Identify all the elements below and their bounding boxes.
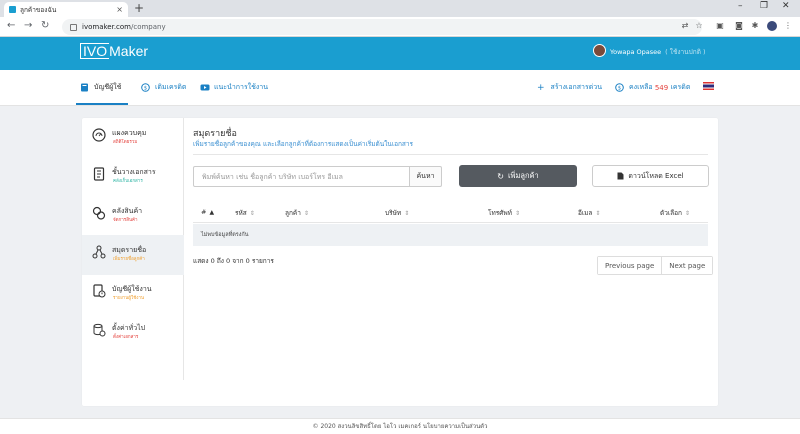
table-header: # ▲ รหัส ⇕ ลูกค้า ⇕ บริษัท ⇕ โทรศัพท์ ⇕ อีเมล… [193,201,708,223]
add-customer-button[interactable]: ↻ เพิ่มลูกค้า [459,165,577,187]
column-header-customer[interactable]: ลูกค้า ⇕ [285,208,309,218]
avatar[interactable] [593,44,606,57]
search-button[interactable]: ค้นหา [410,166,442,187]
user-report-icon [92,284,106,298]
credit-value: 549 [654,83,669,92]
maximize-icon[interactable]: ❐ [760,1,768,11]
nav-guide[interactable]: แนะนำการใช้งาน [200,82,268,93]
sidebar-item-sublabel: จัดการสินค้า [113,218,138,223]
sidebar-item-sublabel: รายงานผู้ใช้งาน [113,296,145,301]
tab-close-icon[interactable]: × [116,5,123,14]
download-excel-button[interactable]: ดาวน์โหลด Excel [592,165,709,187]
sort-icon: ⇕ [249,210,255,217]
url-host: ivomaker.com [82,23,131,31]
footer: © 2020 สงวนลิขสิทธิ์โดย ไอโว เมคเกอร์ นโ… [0,418,800,434]
extension-icon[interactable]: ▣ [715,21,725,31]
nav-account[interactable]: บัญชีผู้ใช้ [80,82,121,93]
plus-icon: + [537,82,545,93]
refresh-icon: ↻ [497,171,504,181]
settings-database-icon [92,323,106,337]
contacts-network-icon [92,245,106,259]
sidebar-item-sublabel: ตั้งค่าเอกสาร [113,335,139,340]
previous-page-button[interactable]: Previous page [598,257,662,274]
sort-icon: ⇕ [514,210,520,217]
sort-icon: ⇕ [684,210,690,217]
svg-text:$: $ [144,86,147,92]
sidebar-item-sublabel: สถิติโดยรวม [113,140,138,145]
browser-tab-title: ลูกค้าของฉัน [20,5,57,14]
inventory-coins-icon [92,206,106,220]
back-icon[interactable]: ← [7,20,15,31]
search-input[interactable] [193,166,410,187]
column-header-company[interactable]: บริษัท ⇕ [385,208,409,218]
column-header-index[interactable]: # ▲ [201,208,214,216]
sidebar: แผงควบคุม สถิติโดยรวม ชั้นวางเอกสาร คลัง… [82,118,184,380]
table-row: ไม่พบข้อมูลที่ตรงกัน [193,224,708,246]
sidebar-item-inventory[interactable]: คลังสินค้า จัดการสินค้า [82,196,184,236]
user-status: ( ใช้งานปกติ ) [665,48,706,56]
new-tab-button[interactable]: + [134,1,144,15]
sort-icon: ⇕ [404,210,410,217]
puzzle-icon[interactable]: ✱ [750,21,760,31]
sort-icon: ⇕ [595,210,601,217]
profile-icon[interactable] [767,21,777,31]
video-icon [200,83,210,92]
camera-icon[interactable]: ◙ [734,21,744,31]
sidebar-item-settings[interactable]: ตั้งค่าทั่วไป ตั้งค่าเอกสาร [82,313,184,353]
nav-active-indicator [76,103,128,105]
sidebar-item-sublabel: คลังเก็บเอกสาร [113,179,143,184]
sidebar-item-sublabel: เพิ่มรายชื่อลูกค้า [113,257,145,262]
sidebar-item-dashboard[interactable]: แผงควบคุม สถิติโดยรวม [82,118,184,158]
user-name: Yowapa Opasee [610,48,662,56]
column-header-options[interactable]: ตัวเลือก ⇕ [660,208,690,218]
page-subtitle: เพิ่มรายชื่อลูกค้าของคุณ และเลือกลูกค้าท… [193,140,414,148]
coin-icon: $ [141,83,150,92]
forward-icon[interactable]: → [24,20,32,31]
coin-icon: $ [615,83,624,92]
sort-icon: ⇕ [303,210,309,217]
credit-balance[interactable]: $ คงเหลือ 549 เครดิต [615,82,690,93]
svg-text:$: $ [618,86,621,92]
empty-table-message: ไม่พบข้อมูลที่ตรงกัน [201,232,249,238]
sidebar-item-user-accounts[interactable]: บัญชีผู้ใช้งาน รายงานผู้ใช้งาน [82,274,184,314]
minimize-icon[interactable]: – [738,1,743,11]
window-close-icon[interactable]: ✕ [782,1,790,11]
favicon-icon [9,6,16,13]
sidebar-item-documents[interactable]: ชั้นวางเอกสาร คลังเก็บเอกสาร [82,157,184,197]
user-menu[interactable]: Yowapa Opasee( ใช้งานปกติ ) [610,47,706,57]
address-bar[interactable]: ivomaker.com/company [62,19,702,35]
reload-icon[interactable]: ↻ [41,20,49,31]
thai-flag-icon[interactable] [703,82,714,90]
sort-asc-icon: ▲ [209,209,215,216]
page-title: สมุดรายชื่อ [193,129,237,139]
nav-topup[interactable]: $ เติมเครดิต [141,82,186,93]
url-path: /company [131,23,166,31]
dashboard-icon [92,128,106,142]
pagination: Previous page Next page [597,256,714,275]
file-icon [617,172,624,180]
next-page-button[interactable]: Next page [661,257,713,274]
account-book-icon [80,83,89,92]
column-header-code[interactable]: รหัส ⇕ [235,208,255,218]
divider [193,154,708,155]
sidebar-item-contacts[interactable]: สมุดรายชื่อ เพิ่มรายชื่อลูกค้า [82,235,184,275]
star-icon[interactable]: ☆ [694,21,704,31]
menu-icon[interactable]: ⋮ [783,21,793,31]
browser-toolbar: ← → ↻ ivomaker.com/company ⇄ ☆ ▣ ◙ ✱ ⋮ [0,17,800,37]
browser-tabstrip: ลูกค้าของฉัน × + – ❐ ✕ [0,0,800,17]
column-header-email[interactable]: อีเมล ⇕ [578,208,600,218]
create-doc-link[interactable]: + สร้างเอกสารด่วน [537,82,602,93]
translate-icon[interactable]: ⇄ [680,21,690,31]
document-shelf-icon [92,167,106,181]
lock-icon [70,23,77,31]
column-header-phone[interactable]: โทรศัพท์ ⇕ [488,208,520,218]
browser-tab[interactable]: ลูกค้าของฉัน × [4,2,128,17]
table-info: แสดง 0 ถึง 0 จาก 0 รายการ [193,257,274,265]
logo[interactable]: IVO Maker [80,43,148,59]
